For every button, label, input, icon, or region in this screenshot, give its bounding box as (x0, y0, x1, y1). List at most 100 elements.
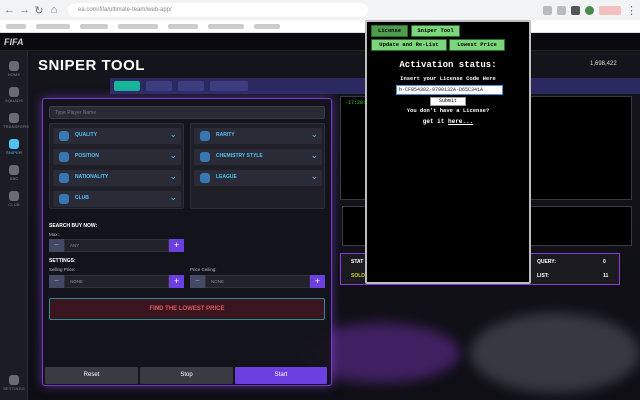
sidebar: HOME SQUADS TRANSFERS SNIPER SBC CLUB SE… (0, 51, 30, 400)
tab-update-relist[interactable]: Update and Re-List (371, 39, 447, 51)
filter-rarity-dropdown[interactable]: RARITY ⌄ (194, 128, 322, 144)
increment-button[interactable]: + (169, 239, 184, 252)
list-label: LIST: (537, 273, 549, 279)
start-button[interactable]: Start (235, 367, 327, 384)
sniper-extension-icon[interactable] (571, 5, 580, 15)
chemistry-icon (200, 152, 210, 162)
selling-price-label: Selling Price: (49, 267, 76, 272)
chevron-down-icon: ⌄ (169, 129, 177, 139)
quality-icon (59, 131, 69, 141)
tab[interactable] (178, 81, 204, 91)
sidebar-item-squads[interactable]: SQUADS (3, 85, 25, 107)
bookmark[interactable] (254, 23, 280, 29)
menu-icon[interactable]: ⋮ (626, 4, 637, 17)
extension-icon[interactable] (543, 5, 552, 15)
sidebar-item-sbc[interactable]: SBC (3, 163, 25, 185)
decrement-button[interactable]: − (190, 275, 205, 288)
tab[interactable] (210, 81, 248, 91)
decrement-button[interactable]: − (49, 275, 64, 288)
submit-button[interactable]: Submit (430, 97, 466, 106)
stat-label: STAT (351, 259, 364, 265)
position-icon (59, 152, 69, 162)
profile-icon[interactable] (585, 5, 594, 15)
chevron-down-icon: ⌄ (169, 171, 177, 181)
filter-label: POSITION (75, 153, 99, 159)
max-label: Max: (49, 232, 59, 237)
home-icon (9, 61, 19, 71)
tab-lowest-price[interactable]: Lowest Price (449, 39, 505, 51)
sidebar-item-label: SBC (9, 176, 19, 181)
sidebar-item-transfers[interactable]: TRANSFERS (3, 111, 30, 133)
sidebar-item-label: SETTINGS (3, 386, 25, 391)
filter-chemistry-dropdown[interactable]: CHEMISTRY STYLE ⌄ (194, 149, 322, 165)
bookmark[interactable] (168, 23, 198, 29)
selling-price-input[interactable]: NONE (64, 275, 169, 288)
reset-button[interactable]: Reset (45, 367, 138, 384)
extension-icon[interactable] (557, 5, 566, 15)
page-title: SNIPER TOOL (38, 57, 145, 74)
log-timestamp: -17:28: (345, 100, 367, 106)
filter-label: CLUB (75, 195, 89, 201)
rarity-icon (200, 131, 210, 141)
max-buy-now-input[interactable]: ANY (64, 239, 169, 252)
bookmark[interactable] (36, 23, 70, 29)
get-license-link[interactable]: here... (448, 118, 473, 125)
tab[interactable] (146, 81, 172, 91)
chevron-down-icon: ⌄ (310, 150, 318, 160)
back-icon[interactable]: ← (4, 4, 15, 16)
tab-sniper-tool[interactable]: Sniper Tool (411, 25, 460, 37)
bookmark[interactable] (208, 23, 244, 29)
filter-label: NATIONALITY (75, 174, 109, 180)
increment-button[interactable]: + (169, 275, 184, 288)
filter-quality-dropdown[interactable]: QUALITY ⌄ (53, 128, 181, 144)
chevron-down-icon: ⌄ (169, 150, 177, 160)
address-bar[interactable]: ea.com/fifa/ultimate-team/web-app/ (68, 3, 368, 17)
reload-icon[interactable]: ↻ (34, 4, 44, 17)
bookmark[interactable] (6, 23, 26, 29)
filter-league-dropdown[interactable]: LEAGUE ⌄ (194, 170, 322, 186)
tab-search[interactable] (114, 81, 140, 91)
bookmark[interactable] (80, 23, 108, 29)
sidebar-item-home[interactable]: HOME (3, 59, 25, 81)
sidebar-item-label: HOME (7, 72, 21, 77)
find-lowest-price-button[interactable]: FIND THE LOWEST PRICE (49, 298, 325, 320)
filter-nationality-dropdown[interactable]: NATIONALITY ⌄ (53, 170, 181, 186)
filter-club-dropdown[interactable]: CLUB ⌄ (53, 191, 181, 207)
sidebar-item-sniper[interactable]: SNIPER (3, 137, 25, 159)
price-ceiling-label: Price Ceiling: (190, 267, 217, 272)
filter-position-dropdown[interactable]: POSITION ⌄ (53, 149, 181, 165)
list-value: 11 (603, 273, 609, 279)
tab-license[interactable]: License (371, 25, 408, 37)
sidebar-item-label: CLUB (8, 202, 20, 207)
sidebar-item-label: SQUADS (4, 98, 24, 103)
forward-icon[interactable]: → (19, 4, 30, 16)
get-license-line: get it here... (367, 118, 529, 125)
sidebar-item-settings[interactable]: SETTINGS (3, 373, 25, 395)
license-instruction: Insert your License Code Here (400, 75, 496, 82)
home-icon[interactable]: ⌂ (49, 4, 59, 16)
update-button[interactable] (599, 5, 621, 15)
license-code-input[interactable] (396, 85, 503, 95)
flag-icon (59, 173, 69, 183)
chevron-down-icon: ⌄ (169, 192, 177, 202)
price-ceiling-input[interactable]: NONE (205, 275, 310, 288)
activation-status-heading: Activation status: (399, 60, 497, 70)
sold-label: SOLD (351, 273, 365, 279)
app-top-bar: FIFA (0, 33, 640, 51)
sbc-icon (9, 165, 19, 175)
sidebar-item-label: SNIPER (5, 150, 23, 155)
no-license-text: You don't have a License? (406, 107, 490, 114)
sidebar-item-label: TRANSFERS (3, 124, 30, 129)
bookmark[interactable] (118, 23, 158, 29)
chevron-down-icon: ⌄ (310, 171, 318, 181)
increment-button[interactable]: + (310, 275, 325, 288)
price-ceiling-stepper: − NONE + (190, 275, 325, 288)
background-art (470, 313, 640, 393)
bookmarks-bar (0, 20, 640, 33)
chevron-down-icon: ⌄ (310, 129, 318, 139)
player-name-search-input[interactable] (49, 106, 325, 119)
sidebar-item-club[interactable]: CLUB (3, 189, 25, 211)
decrement-button[interactable]: − (49, 239, 64, 252)
stop-button[interactable]: Stop (140, 367, 233, 384)
filter-label: RARITY (216, 132, 235, 138)
